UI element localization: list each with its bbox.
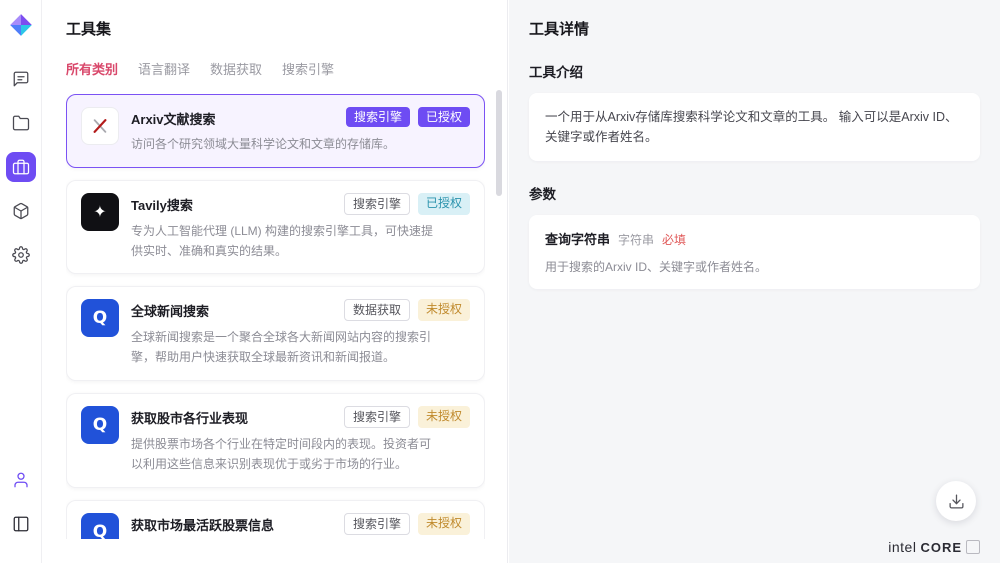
tool-description: 提供股票市场各个行业在特定时间段内的表现。投资者可以利用这些信息来识别表现优于或… — [131, 435, 433, 475]
sidebar-item-files[interactable] — [6, 108, 36, 138]
tool-description: 全球新闻搜索是一个聚合全球各大新闻网站内容的搜索引擎，帮助用户快速获取全球最新资… — [131, 328, 433, 368]
auth-badge: 已授权 — [418, 193, 470, 215]
tool-card-active-stocks[interactable]: Q 获取市场最活跃股票信息 搜索引擎 未授权 提供当天交易量最高的股票列表，投资… — [66, 500, 485, 539]
tool-card-arxiv[interactable]: Arxiv文献搜索 搜索引擎 已授权 访问各个研究领域大量科学论文和文章的存储库… — [66, 94, 485, 168]
category-badge: 搜索引擎 — [344, 513, 410, 535]
param-card: 查询字符串 字符串 必填 用于搜索的Arxiv ID、关键字或作者姓名。 — [529, 215, 980, 289]
sidebar-item-collapse[interactable] — [6, 509, 36, 539]
sidebar — [0, 0, 42, 563]
param-required-badge: 必填 — [662, 231, 686, 248]
briefcase-icon — [12, 158, 30, 176]
tool-detail-panel: 工具详情 工具介绍 一个用于从Arxiv存储库搜索科学论文和文章的工具。 输入可… — [509, 0, 1000, 563]
news-provider-icon: Q — [81, 299, 119, 337]
category-badge: 搜索引擎 — [346, 107, 410, 127]
sidebar-item-tools[interactable] — [6, 152, 36, 182]
tab-all-categories[interactable]: 所有类别 — [66, 59, 118, 78]
stock-provider-icon: Q — [81, 513, 119, 539]
tool-card-sector-performance[interactable]: Q 获取股市各行业表现 搜索引擎 未授权 提供股票市场各个行业在特定时间段内的表… — [66, 393, 485, 488]
param-type: 字符串 — [618, 231, 654, 248]
tool-name: Tavily搜索 — [131, 193, 193, 214]
tool-list-title: 工具集 — [66, 18, 485, 39]
params-section-title: 参数 — [529, 183, 980, 203]
intel-logo-text: intel — [888, 539, 916, 555]
gear-icon — [12, 246, 30, 264]
core-series-box — [966, 540, 980, 554]
tavily-logo-icon: ✦ — [81, 193, 119, 231]
intro-text: 一个用于从Arxiv存储库搜索科学论文和文章的工具。 输入可以是Arxiv ID… — [545, 107, 964, 147]
chat-icon — [12, 70, 30, 88]
sidebar-item-account[interactable] — [6, 465, 36, 495]
auth-badge: 未授权 — [418, 406, 470, 428]
tool-name: 全球新闻搜索 — [131, 299, 209, 320]
sidebar-item-settings[interactable] — [6, 240, 36, 270]
param-name: 查询字符串 — [545, 229, 610, 248]
folder-icon — [12, 114, 30, 132]
category-badge: 搜索引擎 — [344, 406, 410, 428]
stock-provider-icon: Q — [81, 406, 119, 444]
category-tabs: 所有类别 语言翻译 数据获取 搜索引擎 — [66, 59, 485, 78]
param-description: 用于搜索的Arxiv ID、关键字或作者姓名。 — [545, 258, 964, 275]
sidebar-item-chat[interactable] — [6, 64, 36, 94]
package-icon — [12, 202, 30, 220]
tool-list: Arxiv文献搜索 搜索引擎 已授权 访问各个研究领域大量科学论文和文章的存储库… — [66, 94, 485, 539]
auth-badge: 未授权 — [418, 513, 470, 535]
arxiv-logo-icon — [81, 107, 119, 145]
tab-data-fetch[interactable]: 数据获取 — [210, 59, 262, 78]
category-badge: 数据获取 — [344, 299, 410, 321]
auth-badge: 未授权 — [418, 299, 470, 321]
auth-badge: 已授权 — [418, 107, 470, 127]
download-icon — [948, 493, 965, 510]
panel-layout-icon — [12, 515, 30, 533]
tab-search-engine[interactable]: 搜索引擎 — [282, 59, 334, 78]
tool-card-global-news[interactable]: Q 全球新闻搜索 数据获取 未授权 全球新闻搜索是一个聚合全球各大新闻网站内容的… — [66, 286, 485, 381]
category-badge: 搜索引擎 — [344, 193, 410, 215]
intel-core-badge: intel CORE — [888, 539, 980, 555]
scrollbar-thumb[interactable] — [496, 90, 502, 196]
intro-section-title: 工具介绍 — [529, 61, 980, 81]
tool-list-panel: 工具集 所有类别 语言翻译 数据获取 搜索引擎 Arxiv文献搜索 搜索引擎 已… — [42, 0, 508, 563]
tab-language-translation[interactable]: 语言翻译 — [138, 59, 190, 78]
sidebar-item-models[interactable] — [6, 196, 36, 226]
intro-card: 一个用于从Arxiv存储库搜索科学论文和文章的工具。 输入可以是Arxiv ID… — [529, 93, 980, 161]
user-icon — [12, 471, 30, 489]
tool-description: 专为人工智能代理 (LLM) 构建的搜索引擎工具，可快速提供实时、准确和真实的结… — [131, 222, 433, 262]
tool-card-tavily[interactable]: ✦ Tavily搜索 搜索引擎 已授权 专为人工智能代理 (LLM) 构建的搜索… — [66, 180, 485, 275]
detail-title: 工具详情 — [529, 18, 980, 39]
tool-name: 获取股市各行业表现 — [131, 406, 248, 427]
core-logo-text: CORE — [920, 540, 962, 555]
app-logo-icon[interactable] — [8, 12, 34, 38]
tool-name: 获取市场最活跃股票信息 — [131, 513, 274, 534]
tool-description: 访问各个研究领域大量科学论文和文章的存储库。 — [131, 135, 433, 155]
tool-name: Arxiv文献搜索 — [131, 107, 216, 128]
download-button[interactable] — [936, 481, 976, 521]
